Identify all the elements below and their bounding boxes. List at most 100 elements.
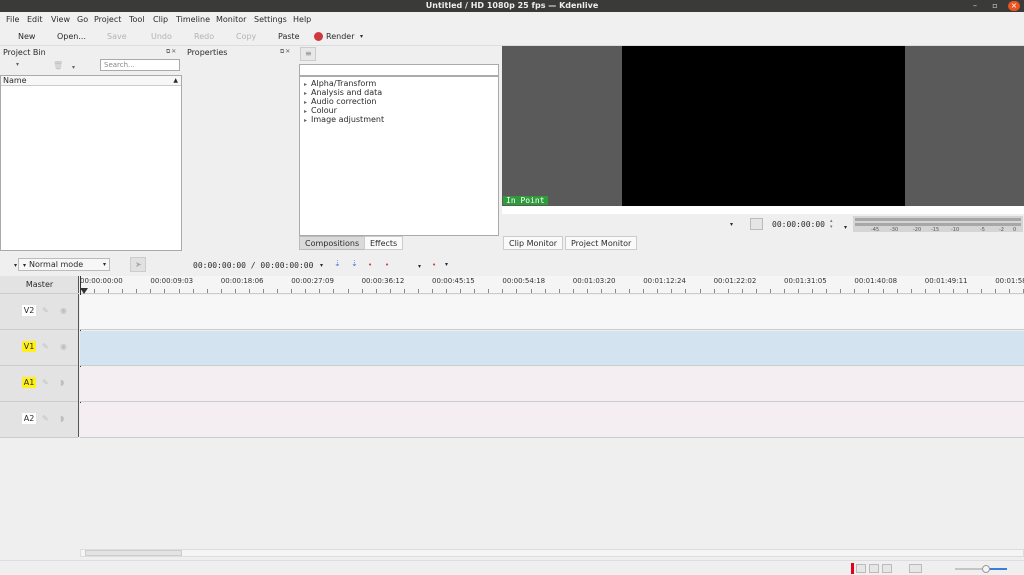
edit-mode-select[interactable]: ▾ Normal mode ▾ xyxy=(18,258,110,271)
mute-speaker-icon[interactable]: ◗ xyxy=(60,377,64,388)
render-record-icon xyxy=(314,32,323,41)
fit-zoom-button[interactable] xyxy=(909,564,922,573)
monitor-menu-icon[interactable]: ▾ xyxy=(844,224,847,231)
render-dropdown-icon[interactable]: ▾ xyxy=(360,31,363,42)
timeline-horizontal-scrollbar[interactable] xyxy=(80,549,1024,557)
monitor-options-dropdown-icon[interactable]: ▾ xyxy=(730,221,733,228)
marker-icon[interactable]: • xyxy=(432,261,436,269)
timecode-spinner-icon[interactable]: ▴ ▾ xyxy=(830,218,833,230)
undo-button[interactable]: Undo xyxy=(151,31,172,42)
track-menu-icon[interactable]: ▾ xyxy=(14,262,17,269)
tree-item[interactable]: ▸ Image adjustment xyxy=(304,115,384,125)
track-lane-a1[interactable] xyxy=(80,367,1024,402)
bin-menu-dropdown-icon[interactable]: ▾ xyxy=(72,64,75,71)
redo-button[interactable]: Redo xyxy=(194,31,214,42)
tab-effects[interactable]: Effects xyxy=(364,236,404,250)
scrollbar-thumb[interactable] xyxy=(85,550,182,556)
bin-search-input[interactable]: Search... xyxy=(100,59,180,71)
project-bin-panel: Project Bin ⧉✕ ▾ 🗑 ▾ Search... Name ▲ xyxy=(0,46,183,251)
timeline-position: 00:00:00:00 / 00:00:00:00 xyxy=(193,261,314,270)
menu-project[interactable]: Project xyxy=(94,14,121,25)
track-name-label[interactable]: V2 xyxy=(22,305,36,316)
timecode-menu-icon[interactable]: ▾ xyxy=(320,262,323,269)
render-button[interactable]: Render xyxy=(326,31,354,42)
menu-tool[interactable]: Tool xyxy=(129,14,145,25)
track-header-v1[interactable]: V1 ✎ ◉ xyxy=(0,331,78,366)
dock-float-close-icon[interactable]: ⧉✕ xyxy=(280,48,291,56)
tab-compositions[interactable]: Compositions xyxy=(299,236,366,250)
new-button[interactable]: New xyxy=(18,31,35,42)
edit-pencil-icon[interactable]: ✎ xyxy=(42,377,49,388)
copy-button[interactable]: Copy xyxy=(236,31,256,42)
monitor-timecode[interactable]: 00:00:00:00 xyxy=(772,219,825,230)
maximize-button[interactable]: ▫ xyxy=(988,0,1002,12)
track-header-a1[interactable]: A1 ✎ ◗ xyxy=(0,367,78,402)
dock-float-close-icon[interactable]: ⧉✕ xyxy=(166,48,177,56)
effects-search-input[interactable] xyxy=(299,64,499,76)
ruler-timecode-label: 00:01:49:11 xyxy=(924,277,968,285)
timeline-ruler[interactable]: 00:00:00:00 00:00:09:03 00:00:18:06 00:00:2… xyxy=(80,276,1024,294)
audio-thumbnail-button[interactable] xyxy=(869,564,879,573)
overwrite-icon[interactable]: ⇣ xyxy=(351,259,358,268)
selection-tool-button[interactable]: ➤ xyxy=(130,257,146,272)
monitor-zoom-button[interactable] xyxy=(750,218,763,230)
tab-clip-monitor[interactable]: Clip Monitor xyxy=(503,236,564,250)
menu-settings[interactable]: Settings xyxy=(254,14,287,25)
close-button[interactable]: × xyxy=(1008,1,1020,11)
ruler-tick xyxy=(714,289,715,293)
track-lane-v1[interactable] xyxy=(80,331,1024,366)
edit-pencil-icon[interactable]: ✎ xyxy=(42,341,49,352)
minimize-button[interactable]: – xyxy=(968,0,982,12)
clip-menu-icon[interactable]: ▾ xyxy=(418,263,421,270)
meter-scale-label: 0 xyxy=(1013,227,1017,233)
menu-edit[interactable]: Edit xyxy=(27,14,43,25)
track-header-a2[interactable]: A2 ✎ ◗ xyxy=(0,403,78,438)
save-button[interactable]: Save xyxy=(107,31,127,42)
menu-file[interactable]: File xyxy=(6,14,19,25)
mute-speaker-icon[interactable]: ◗ xyxy=(60,413,64,424)
track-lane-v2[interactable] xyxy=(80,295,1024,330)
edit-pencil-icon[interactable]: ✎ xyxy=(42,305,49,316)
track-lane-a2[interactable] xyxy=(80,403,1024,438)
menu-view[interactable]: View xyxy=(51,14,70,25)
effects-tree[interactable]: ▸ Alpha/Transform ▸ Analysis and data ▸ Aud… xyxy=(299,76,499,236)
tab-project-monitor[interactable]: Project Monitor xyxy=(565,236,638,250)
master-track-label[interactable]: Master xyxy=(0,276,79,294)
thumbnail-mode-button[interactable] xyxy=(856,564,866,573)
expand-arrow-icon: ▸ xyxy=(304,99,308,106)
markers-toggle-button[interactable] xyxy=(882,564,892,573)
ruler-tick xyxy=(1009,289,1010,293)
bin-column-header[interactable]: Name ▲ xyxy=(1,76,181,86)
visibility-eye-icon[interactable]: ◉ xyxy=(60,305,67,316)
track-name-label[interactable]: A1 xyxy=(22,377,36,388)
menu-clip[interactable]: Clip xyxy=(153,14,168,25)
edit-pencil-icon[interactable]: ✎ xyxy=(42,413,49,424)
menu-go[interactable]: Go xyxy=(77,14,88,25)
track-name-label[interactable]: V1 xyxy=(22,341,36,352)
ruler-tick xyxy=(587,289,588,293)
trash-icon[interactable]: 🗑 xyxy=(53,61,63,70)
menu-timeline[interactable]: Timeline xyxy=(176,14,210,25)
add-clip-dropdown-icon[interactable]: ▾ xyxy=(16,61,19,68)
menu-bar: File Edit View Go Project Tool Clip Time… xyxy=(0,12,1024,27)
ruler-tick xyxy=(207,289,208,293)
lift-icon[interactable]: • xyxy=(385,261,389,269)
bin-clip-list[interactable]: Name ▲ xyxy=(0,75,182,251)
open-button[interactable]: Open... xyxy=(57,31,86,42)
paste-button[interactable]: Paste xyxy=(278,31,300,42)
ruler-tick xyxy=(516,289,517,293)
effects-menu-button[interactable]: ≡ xyxy=(300,47,316,61)
menu-monitor[interactable]: Monitor xyxy=(216,14,246,25)
monitor-ruler[interactable] xyxy=(502,206,1024,214)
ruler-tick xyxy=(432,289,433,293)
extract-icon[interactable]: • xyxy=(368,261,372,269)
playhead-handle-icon[interactable] xyxy=(80,288,88,294)
ruler-timecode-label: 00:01:58 xyxy=(995,277,1024,285)
menu-help[interactable]: Help xyxy=(293,14,311,25)
marker-menu-icon[interactable]: ▾ xyxy=(445,261,448,268)
track-name-label[interactable]: A2 xyxy=(22,413,36,424)
zoom-slider-handle[interactable] xyxy=(982,565,990,573)
insert-icon[interactable]: ⇣ xyxy=(334,259,341,268)
track-header-v2[interactable]: V2 ✎ ◉ xyxy=(0,295,78,330)
visibility-eye-icon[interactable]: ◉ xyxy=(60,341,67,352)
